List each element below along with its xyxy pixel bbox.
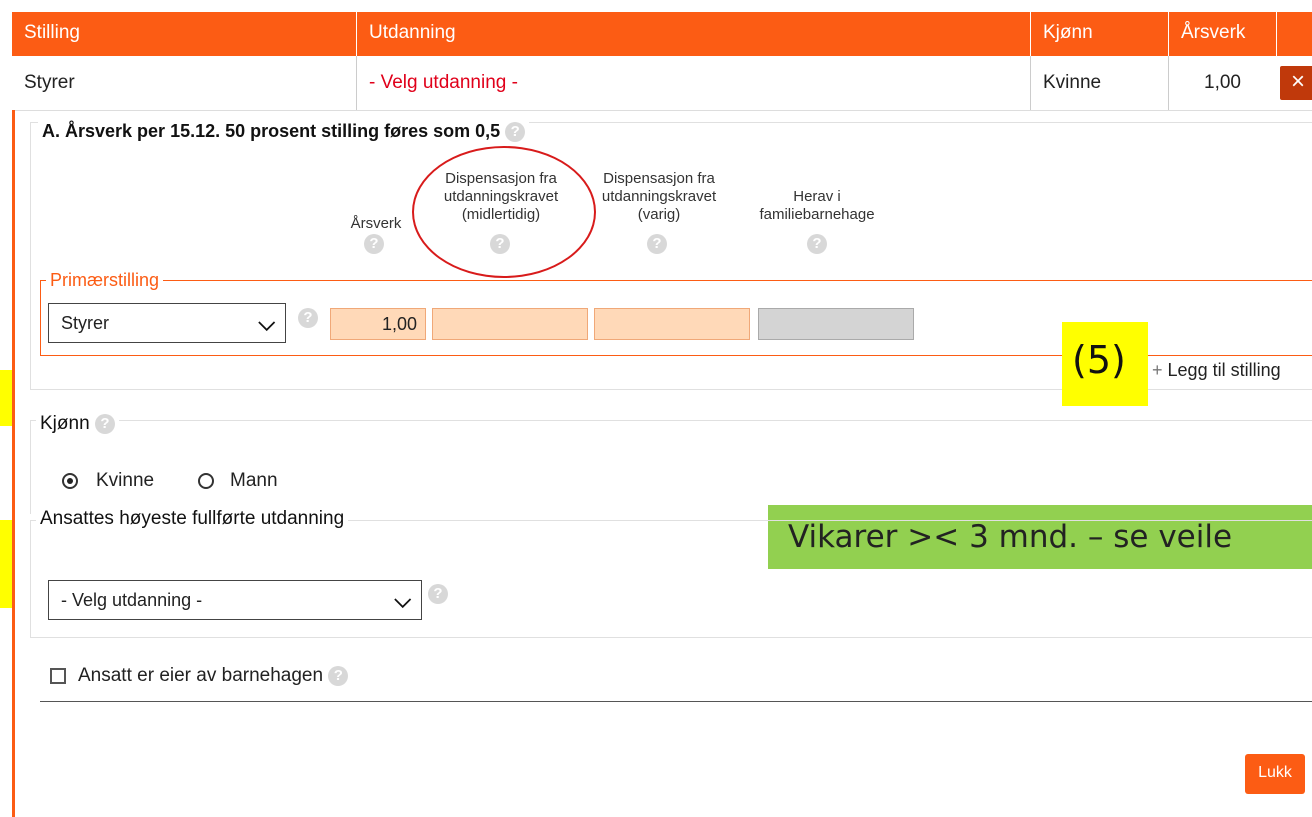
divider: [40, 701, 1312, 702]
column-arsverk-label: Årsverk: [350, 215, 402, 232]
gender-fieldset: [30, 420, 1312, 514]
owner-checkbox[interactable]: [50, 668, 66, 684]
primary-position-legend: Primærstilling: [46, 270, 164, 291]
column-disp-varig-label: Dispensasjon fra utdanningskravet (varig…: [601, 170, 717, 223]
annotation-badge: (5): [1062, 322, 1148, 406]
header-kjonn[interactable]: Kjønn: [1030, 12, 1168, 56]
cell-stilling: Styrer: [24, 72, 75, 93]
help-icon[interactable]: ?: [428, 584, 448, 604]
help-icon[interactable]: ?: [505, 122, 526, 143]
help-icon[interactable]: ?: [364, 234, 384, 254]
annotation-mark: [0, 520, 12, 608]
radio-kvinne[interactable]: [62, 473, 78, 489]
radio-mann-label[interactable]: Mann: [230, 470, 278, 492]
close-icon: ×: [1290, 68, 1305, 95]
help-icon[interactable]: ?: [298, 308, 318, 328]
position-select-value: Styrer: [61, 313, 110, 333]
radio-kvinne-label[interactable]: Kvinne: [96, 470, 154, 492]
annotation-badge-text: (5): [1072, 338, 1126, 382]
chevron-down-icon: ⌵: [394, 587, 411, 612]
header-arsverk[interactable]: Årsverk: [1168, 12, 1276, 56]
education-fieldset: [30, 520, 1312, 638]
disp-midlertidig-input[interactable]: [432, 308, 588, 340]
cell-arsverk: 1,00: [1168, 56, 1276, 110]
help-icon[interactable]: ?: [328, 665, 349, 686]
cell-kjonn: Kvinne: [1030, 56, 1168, 110]
owner-label-text: Ansatt er eier av barnehagen: [78, 665, 324, 686]
owner-checkbox-label[interactable]: Ansatt er eier av barnehagen ?: [78, 665, 349, 687]
column-familiebarnehage-label: Herav i familiebarnehage: [759, 188, 875, 223]
position-select[interactable]: Styrer ⌵: [48, 303, 286, 343]
header-stilling[interactable]: Stilling: [12, 12, 356, 56]
detail-panel-border: [12, 110, 15, 817]
arsverk-input[interactable]: 1,00: [330, 308, 426, 340]
education-select-value: - Velg utdanning -: [61, 590, 203, 610]
annotation-circle: [412, 146, 596, 278]
education-legend: Ansattes høyeste fullførte utdanning: [36, 508, 349, 530]
cell-utdanning: - Velg utdanning -: [356, 56, 1030, 110]
table-header: Stilling Utdanning Kjønn Årsverk: [12, 12, 1312, 56]
annotation-mark: [0, 370, 12, 426]
add-position-link[interactable]: + Legg til stilling: [1152, 360, 1281, 381]
add-position-label: Legg til stilling: [1167, 360, 1281, 380]
plus-icon: +: [1152, 360, 1163, 380]
section-a-title: A. Årsverk per 15.12. 50 prosent stillin…: [38, 121, 530, 143]
gender-legend-text: Kjønn: [40, 413, 90, 434]
familiebarnehage-input: [758, 308, 914, 340]
header-actions: [1276, 12, 1312, 56]
close-button[interactable]: Lukk: [1245, 754, 1305, 794]
education-select[interactable]: - Velg utdanning - ⌵: [48, 580, 422, 620]
help-icon[interactable]: ?: [647, 234, 667, 254]
header-utdanning[interactable]: Utdanning: [356, 12, 1030, 56]
gender-legend: Kjønn ?: [36, 413, 119, 435]
radio-mann[interactable]: [198, 473, 214, 489]
help-icon[interactable]: ?: [94, 413, 115, 434]
table-row[interactable]: Styrer - Velg utdanning - Kvinne 1,00 ×: [12, 56, 1312, 111]
section-a-title-text: A. Årsverk per 15.12. 50 prosent stillin…: [42, 121, 501, 141]
delete-row-button[interactable]: ×: [1280, 66, 1312, 100]
help-icon[interactable]: ?: [807, 234, 827, 254]
disp-varig-input[interactable]: [594, 308, 750, 340]
chevron-down-icon: ⌵: [258, 310, 275, 335]
